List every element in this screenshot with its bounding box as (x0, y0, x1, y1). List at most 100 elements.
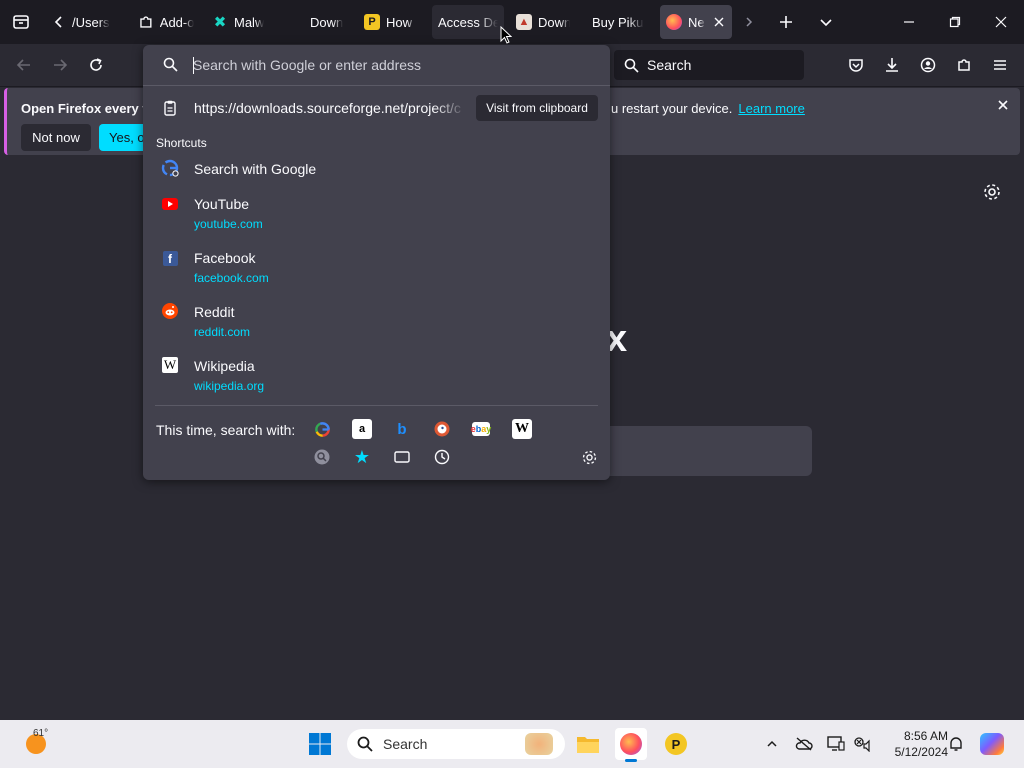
notifications-button[interactable] (942, 728, 970, 760)
facebook-icon: f (161, 249, 179, 267)
forward-button[interactable] (45, 50, 75, 80)
tab-new-tab[interactable]: Ne (660, 5, 732, 39)
windows-taskbar: 61° Search P 8:56 AM 5/12/2024 (0, 720, 1024, 768)
copilot-button[interactable] (976, 728, 1008, 760)
app-menu-button[interactable] (985, 50, 1015, 80)
tab-label: /Users (72, 14, 110, 30)
firefox-taskbar-button[interactable] (615, 728, 647, 762)
tab-down-1[interactable]: Down (304, 5, 352, 39)
close-icon (995, 16, 1007, 28)
arrow-left-icon (16, 59, 30, 71)
bing-icon[interactable]: b (392, 419, 412, 439)
tab-label: Down (538, 14, 570, 30)
back-button[interactable] (9, 50, 39, 80)
result-search-with-google[interactable]: Search with Google (143, 157, 610, 181)
tab-label: Malw (234, 14, 265, 30)
result-wikipedia[interactable]: W Wikipedia wikipedia.org (143, 355, 610, 395)
clock-date: 5/12/2024 (894, 745, 948, 759)
notification-close-button[interactable] (998, 98, 1008, 113)
close-tab-icon[interactable] (713, 16, 725, 28)
result-url: facebook.com (194, 271, 269, 285)
close-window-button[interactable] (984, 0, 1018, 44)
app-icon: ▲ (516, 14, 532, 30)
list-all-tabs-button[interactable] (812, 0, 840, 44)
search-settings-button[interactable] (579, 447, 599, 467)
chevron-left-icon (54, 16, 62, 28)
plex-taskbar-button[interactable]: P (660, 728, 692, 760)
show-hidden-icons-button[interactable] (758, 728, 786, 760)
google-icon[interactable] (312, 419, 332, 439)
plex-icon: P (364, 14, 380, 30)
mouse-cursor (500, 25, 513, 47)
tab-malwarebytes[interactable]: ✖ Malw (206, 5, 276, 39)
search-bar[interactable]: Search (614, 50, 804, 80)
result-youtube[interactable]: YouTube youtube.com (143, 193, 610, 233)
start-button[interactable] (304, 728, 336, 760)
gear-icon (582, 450, 596, 464)
reload-icon (90, 58, 102, 71)
windows-logo-icon (309, 733, 331, 755)
downloads-button[interactable] (877, 50, 907, 80)
display-icon[interactable] (822, 728, 850, 760)
notification-message-tail: u restart your device. Learn more (611, 101, 805, 116)
pocket-icon (849, 59, 863, 72)
tab-how[interactable]: P How t (358, 5, 422, 39)
minimize-icon (904, 21, 914, 23)
page-search-box[interactable] (606, 426, 812, 476)
account-button[interactable] (913, 50, 943, 80)
onedrive-offline-icon[interactable] (790, 728, 818, 760)
text-caret (193, 57, 194, 74)
wikipedia-icon[interactable]: W (512, 419, 532, 439)
arrow-right-icon (54, 59, 68, 71)
duckduckgo-icon[interactable] (432, 419, 452, 439)
visit-from-clipboard-button[interactable]: Visit from clipboard (476, 95, 598, 121)
bell-icon (950, 737, 962, 751)
page-settings-button[interactable] (982, 182, 1002, 205)
restore-button[interactable] (938, 0, 972, 44)
close-icon (998, 100, 1008, 110)
puzzle-icon (140, 16, 152, 28)
tab-buy-pikun[interactable]: Buy Pikun (586, 5, 650, 39)
not-now-button[interactable]: Not now (21, 124, 91, 151)
clipboard-url: https://downloads.sourceforge.net/projec… (194, 100, 461, 116)
urlbar-input[interactable] (193, 53, 593, 77)
reload-button[interactable] (81, 50, 111, 80)
tab-label: Access De (438, 14, 498, 30)
minimize-button[interactable] (892, 0, 926, 44)
weather-widget[interactable]: 61° (16, 728, 56, 760)
new-tab-button[interactable] (772, 0, 800, 44)
result-facebook[interactable]: f Facebook facebook.com (143, 247, 610, 287)
taskbar-search[interactable]: Search (347, 729, 565, 759)
ebay-icon[interactable]: ebay (471, 422, 491, 436)
puzzle-icon (958, 59, 970, 71)
scroll-tabs-right-button[interactable] (738, 0, 760, 44)
amazon-icon[interactable]: a (352, 419, 372, 439)
tab-access-denied[interactable]: Access De (432, 5, 504, 39)
firefox-view-icon (13, 15, 29, 29)
search-history-icon[interactable] (312, 447, 332, 467)
network-volume-icon[interactable] (848, 728, 876, 760)
tab-addons[interactable]: Add-o (132, 5, 200, 39)
result-title: Search with Google (194, 161, 317, 177)
plus-icon (780, 16, 792, 28)
tab-label: Down (310, 14, 344, 30)
urlbar[interactable] (143, 45, 610, 86)
learn-more-link[interactable]: Learn more (738, 101, 804, 116)
firefox-view-button[interactable] (6, 0, 36, 44)
tabs-icon[interactable] (392, 447, 412, 467)
file-explorer-button[interactable] (572, 728, 604, 760)
tab-down-2[interactable]: ▲ Down (510, 5, 576, 39)
reddit-icon (161, 302, 179, 320)
restore-icon (949, 16, 961, 28)
shortcuts-heading: Shortcuts (156, 136, 207, 150)
system-clock[interactable]: 8:56 AM 5/12/2024 (878, 728, 948, 760)
result-reddit[interactable]: Reddit reddit.com (143, 301, 610, 341)
extensions-button[interactable] (949, 50, 979, 80)
tab-users[interactable]: /Users (46, 5, 120, 39)
tab-label: Ne (688, 14, 705, 30)
one-off-search-label: This time, search with: (156, 422, 296, 438)
result-title: Reddit (194, 304, 235, 320)
pocket-button[interactable] (841, 50, 871, 80)
bookmarks-star-icon[interactable]: ★ (352, 447, 372, 467)
history-clock-icon[interactable] (432, 447, 452, 467)
